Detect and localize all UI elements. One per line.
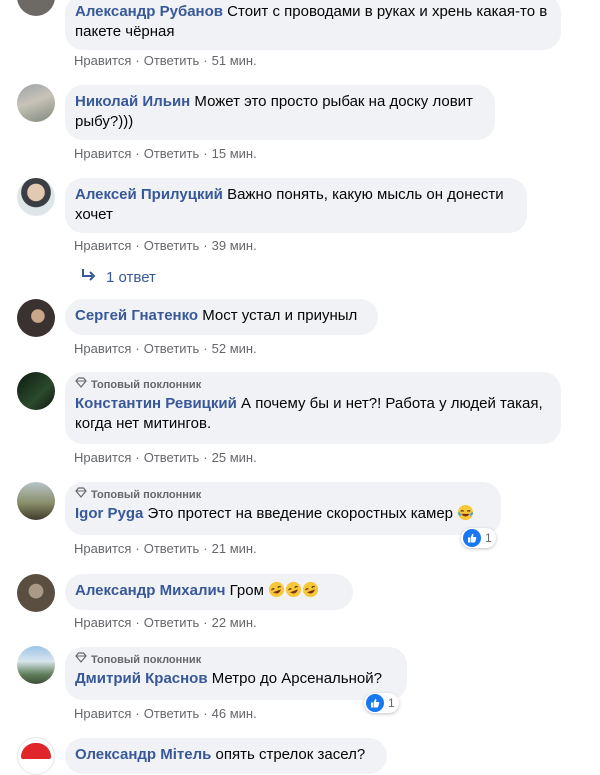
reaction-count: 1 <box>388 696 395 710</box>
comment-author[interactable]: Дмитрий Краснов <box>75 670 208 687</box>
avatar[interactable] <box>17 372 55 410</box>
like-link[interactable]: Нравится <box>74 706 131 721</box>
comment-bubble: Топовый поклонник Igor Pyga Это протест … <box>65 482 501 535</box>
comment-actions: Нравится · Ответить · 21 мин. <box>74 541 257 556</box>
top-fan-badge: Топовый поклонник <box>75 377 549 392</box>
comment-time[interactable]: 15 мин. <box>212 146 257 161</box>
avatar[interactable] <box>17 574 55 612</box>
reply-link[interactable]: Ответить <box>144 541 200 556</box>
comment-actions: Нравится · Ответить · 52 мин. <box>74 341 257 356</box>
laughing-emoji-icon <box>285 581 302 604</box>
comment-author[interactable]: Сергей Гнатенко <box>75 307 198 324</box>
reaction-summary[interactable]: 1 <box>364 693 399 713</box>
avatar[interactable] <box>17 299 55 337</box>
replies-count[interactable]: 1 ответ <box>106 269 156 286</box>
top-fan-label: Топовый поклонник <box>91 653 202 666</box>
avatar[interactable] <box>17 178 55 216</box>
comment-author[interactable]: Александр Рубанов <box>75 3 223 20</box>
comment-author[interactable]: Алексей Прилуцкий <box>75 186 223 203</box>
reply-link[interactable]: Ответить <box>144 341 200 356</box>
like-link[interactable]: Нравится <box>74 238 131 253</box>
avatar[interactable] <box>17 737 55 775</box>
reply-link[interactable]: Ответить <box>144 53 200 68</box>
comment-author[interactable]: Николай Ильин <box>75 93 190 110</box>
comment-actions: Нравится · Ответить · 46 мин. <box>74 706 257 721</box>
reaction-summary[interactable]: 1 <box>461 528 496 548</box>
like-link[interactable]: Нравится <box>74 341 131 356</box>
comment-author[interactable]: Олександр Мітель <box>75 746 211 763</box>
reply-arrow-icon <box>80 268 96 286</box>
comment-actions: Нравится · Ответить · 51 мин. <box>74 53 257 68</box>
comment-actions: Нравится · Ответить · 22 мин. <box>74 615 257 630</box>
comment-text: Гром <box>229 582 264 599</box>
diamond-icon <box>75 487 87 502</box>
reply-link[interactable]: Ответить <box>144 615 200 630</box>
comment-text: Мост устал и приуныл <box>202 307 358 324</box>
top-fan-label: Топовый поклонник <box>91 378 202 391</box>
comment-time[interactable]: 52 мин. <box>212 341 257 356</box>
comment-bubble: Топовый поклонник Константин Ревицкий А … <box>65 372 561 444</box>
like-link[interactable]: Нравится <box>74 615 131 630</box>
comment-text: Метро до Арсенальной? <box>211 670 382 687</box>
comment-text: опять стрелок засел? <box>215 746 366 763</box>
laughing-emoji-icon <box>457 504 474 527</box>
comment-time[interactable]: 46 мин. <box>212 706 257 721</box>
comment-actions: Нравится · Ответить · 39 мин. <box>74 238 257 253</box>
laughing-emoji-icon <box>268 581 285 604</box>
like-reaction-icon <box>463 529 481 547</box>
comment-bubble: Топовый поклонник Дмитрий Краснов Метро … <box>65 647 407 700</box>
view-replies-link[interactable]: 1 ответ <box>80 268 156 286</box>
top-fan-label: Топовый поклонник <box>91 488 202 501</box>
comment-bubble: Олександр Мітель опять стрелок засел? <box>65 738 387 774</box>
comment-author[interactable]: Александр Михалич <box>75 582 225 599</box>
reply-link[interactable]: Ответить <box>144 450 200 465</box>
reply-link[interactable]: Ответить <box>144 238 200 253</box>
avatar[interactable] <box>17 646 55 684</box>
comment-time[interactable]: 39 мин. <box>212 238 257 253</box>
avatar-logo <box>21 743 51 759</box>
laughing-emoji-icon <box>302 581 319 604</box>
avatar[interactable] <box>17 0 55 16</box>
comment-bubble: Александр Михалич Гром <box>65 574 353 610</box>
top-fan-badge: Топовый поклонник <box>75 487 489 502</box>
comment-time[interactable]: 25 мин. <box>212 450 257 465</box>
reaction-count: 1 <box>485 531 492 545</box>
reply-link[interactable]: Ответить <box>144 706 200 721</box>
like-link[interactable]: Нравится <box>74 450 131 465</box>
avatar[interactable] <box>17 84 55 122</box>
avatar[interactable] <box>17 482 55 520</box>
top-fan-badge: Топовый поклонник <box>75 652 395 667</box>
like-reaction-icon <box>366 694 384 712</box>
comment-time[interactable]: 22 мин. <box>212 615 257 630</box>
reply-link[interactable]: Ответить <box>144 146 200 161</box>
diamond-icon <box>75 652 87 667</box>
comment-bubble: Сергей Гнатенко Мост устал и приуныл <box>65 299 378 335</box>
comment-time[interactable]: 21 мин. <box>212 541 257 556</box>
comment-bubble: Николай Ильин Может это просто рыбак на … <box>65 85 495 140</box>
comment-text: Это протест на введение скоростных камер <box>147 505 454 522</box>
like-link[interactable]: Нравится <box>74 146 131 161</box>
comment-author[interactable]: Igor Pyga <box>75 505 143 522</box>
diamond-icon <box>75 377 87 392</box>
comment-bubble: Алексей Прилуцкий Важно понять, какую мы… <box>65 178 527 233</box>
comment-author[interactable]: Константин Ревицкий <box>75 395 237 412</box>
comment-actions: Нравится · Ответить · 15 мин. <box>74 146 257 161</box>
comment-actions: Нравится · Ответить · 25 мин. <box>74 450 257 465</box>
comment-time[interactable]: 51 мин. <box>212 53 257 68</box>
comment-bubble: Александр Рубанов Стоит с проводами в ру… <box>65 0 561 50</box>
like-link[interactable]: Нравится <box>74 53 131 68</box>
like-link[interactable]: Нравится <box>74 541 131 556</box>
